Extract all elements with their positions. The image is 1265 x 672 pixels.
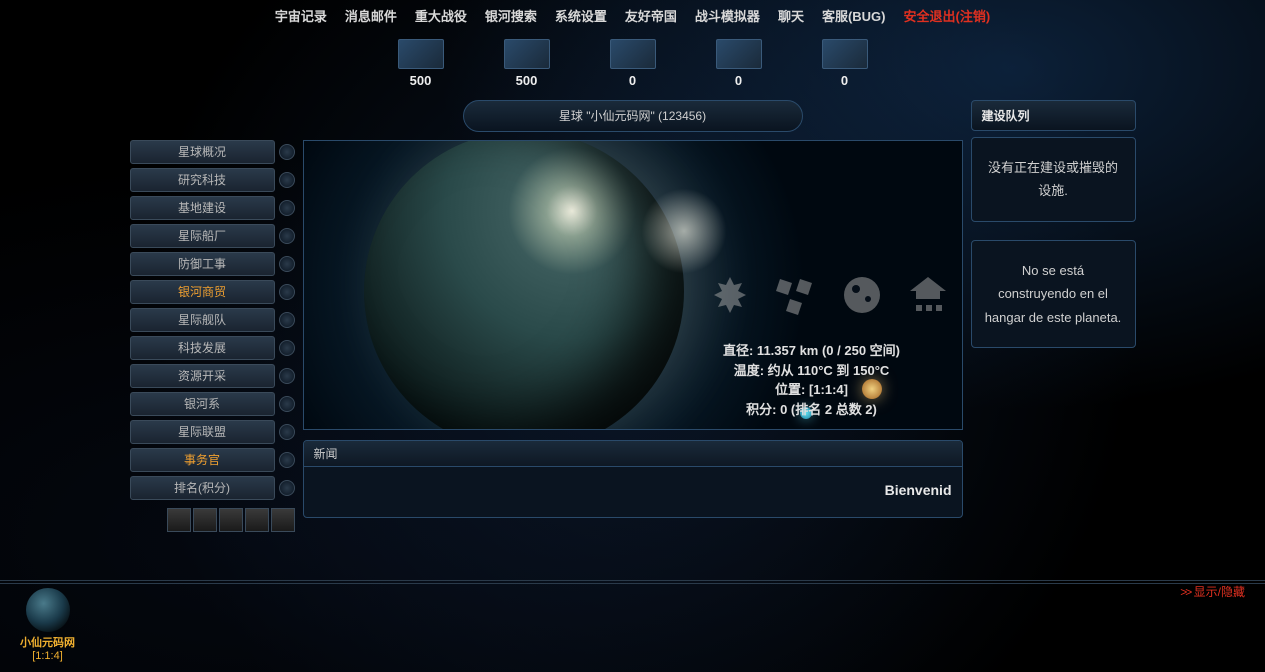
menu-9[interactable]: 银河系 — [130, 392, 275, 416]
wings-icon[interactable] — [706, 271, 754, 319]
left-menu: 星球概况研究科技基地建设星际船厂防御工事银河商贸星际舰队科技发展资源开采银河系星… — [130, 100, 295, 532]
officer-icon-2[interactable] — [193, 508, 217, 532]
build-queue-empty-1: 没有正在建设或摧毁的设施. — [971, 137, 1136, 222]
planet-position: 位置: [1:1:4] — [672, 380, 952, 400]
menu-dot-9[interactable] — [279, 396, 295, 412]
menu-dot-10[interactable] — [279, 424, 295, 440]
planet-score: 积分: 0 (排名 2 总数 2) — [672, 400, 952, 420]
officer-icon-4[interactable] — [245, 508, 269, 532]
menu-10[interactable]: 星际联盟 — [130, 420, 275, 444]
resource-deuterium[interactable]: 0 — [610, 39, 656, 88]
menu-1[interactable]: 研究科技 — [130, 168, 275, 192]
menu-3[interactable]: 星际船厂 — [130, 224, 275, 248]
center-panel: 星球 "小仙元码网" (123456) 直径: 11.357 km (0 / 2… — [303, 100, 963, 532]
bottom-divider — [0, 580, 1265, 584]
topnav-item-1[interactable]: 消息邮件 — [345, 6, 397, 25]
news-ticker: Bienvenid — [304, 467, 962, 513]
topnav-item-7[interactable]: 聊天 — [778, 6, 804, 25]
shards-icon[interactable] — [772, 271, 820, 319]
topnav-item-4[interactable]: 系统设置 — [555, 6, 607, 25]
build-queue-empty-2: No se está construyendo en el hangar de … — [971, 240, 1136, 348]
metal-icon — [398, 39, 444, 69]
planet-sel-coord: [1:1:4] — [20, 650, 75, 662]
news-header: 新闻 — [304, 441, 962, 467]
menu-6[interactable]: 星际舰队 — [130, 308, 275, 332]
resource-darkmatter[interactable]: 0 — [716, 39, 762, 88]
menu-dot-12[interactable] — [279, 480, 295, 496]
menu-dot-7[interactable] — [279, 340, 295, 356]
menu-2[interactable]: 基地建设 — [130, 196, 275, 220]
darkmatter-icon — [716, 39, 762, 69]
menu-dot-0[interactable] — [279, 144, 295, 160]
menu-dot-11[interactable] — [279, 452, 295, 468]
topnav-item-5[interactable]: 友好帝国 — [625, 6, 677, 25]
menu-4[interactable]: 防御工事 — [130, 252, 275, 276]
energy-icon — [822, 39, 868, 69]
planet-view: 直径: 11.357 km (0 / 250 空间) 温度: 约从 110°C … — [303, 140, 963, 430]
planet-info: 直径: 11.357 km (0 / 250 空间) 温度: 约从 110°C … — [672, 341, 952, 419]
menu-dot-4[interactable] — [279, 256, 295, 272]
menu-dot-1[interactable] — [279, 172, 295, 188]
topnav-item-9[interactable]: 安全退出(注销) — [904, 6, 991, 25]
planet-image — [364, 140, 684, 430]
toggle-visibility-link[interactable]: >> 显示/隐藏 — [1180, 583, 1245, 600]
crystal-icon — [504, 39, 550, 69]
resource-bar: 500 500 0 0 0 — [0, 31, 1265, 92]
metal-value: 500 — [398, 73, 444, 88]
energy-value: 0 — [822, 73, 868, 88]
right-panel: 建设队列 没有正在建设或摧毁的设施. No se está construyen… — [971, 100, 1136, 532]
resource-crystal[interactable]: 500 — [504, 39, 550, 88]
resource-metal[interactable]: 500 — [398, 39, 444, 88]
crystal-value: 500 — [504, 73, 550, 88]
menu-dot-3[interactable] — [279, 228, 295, 244]
topnav-item-3[interactable]: 银河搜索 — [485, 6, 537, 25]
menu-dot-5[interactable] — [279, 284, 295, 300]
topnav-item-0[interactable]: 宇宙记录 — [275, 6, 327, 25]
planet-temperature: 温度: 约从 110°C 到 150°C — [672, 361, 952, 381]
deuterium-value: 0 — [610, 73, 656, 88]
officer-icon-1[interactable] — [167, 508, 191, 532]
deuterium-icon — [610, 39, 656, 69]
topnav-item-8[interactable]: 客服(BUG) — [822, 6, 886, 25]
menu-8[interactable]: 资源开采 — [130, 364, 275, 388]
darkmatter-value: 0 — [716, 73, 762, 88]
planet-title-bar[interactable]: 星球 "小仙元码网" (123456) — [463, 100, 803, 132]
topnav-item-2[interactable]: 重大战役 — [415, 6, 467, 25]
menu-dot-6[interactable] — [279, 312, 295, 328]
planet-thumb — [26, 588, 70, 632]
planet-selector[interactable]: 小仙元码网 [1:1:4] — [20, 588, 75, 662]
build-queue-header: 建设队列 — [971, 100, 1136, 131]
news-panel: 新闻 Bienvenid — [303, 440, 963, 518]
moon-icon[interactable] — [838, 271, 886, 319]
light-flare — [634, 181, 734, 281]
resource-energy[interactable]: 0 — [822, 39, 868, 88]
menu-dot-8[interactable] — [279, 368, 295, 384]
top-nav: 宇宙记录消息邮件重大战役银河搜索系统设置友好帝国战斗模拟器聊天客服(BUG) 安全… — [0, 0, 1265, 31]
base-icon[interactable] — [904, 271, 952, 319]
menu-11[interactable]: 事务官 — [130, 448, 275, 472]
menu-dot-2[interactable] — [279, 200, 295, 216]
planet-sel-name: 小仙元码网 — [20, 634, 75, 650]
menu-7[interactable]: 科技发展 — [130, 336, 275, 360]
officer-icons — [130, 508, 295, 532]
topnav-item-6[interactable]: 战斗模拟器 — [695, 6, 760, 25]
menu-0[interactable]: 星球概况 — [130, 140, 275, 164]
menu-12[interactable]: 排名(积分) — [130, 476, 275, 500]
menu-5[interactable]: 银河商贸 — [130, 280, 275, 304]
officer-icon-3[interactable] — [219, 508, 243, 532]
planet-diameter: 直径: 11.357 km (0 / 250 空间) — [672, 341, 952, 361]
officer-icon-5[interactable] — [271, 508, 295, 532]
